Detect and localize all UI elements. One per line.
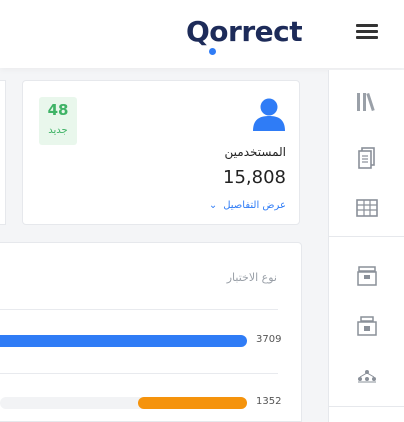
chevron-down-icon: ⌄	[208, 200, 218, 211]
grid-line	[0, 373, 278, 374]
new-count-badge: 48 جديد	[39, 97, 77, 145]
new-label: جديد	[48, 125, 68, 136]
chart-bar[interactable]	[0, 335, 247, 347]
hamburger-menu-icon[interactable]	[356, 22, 378, 40]
user-icon	[251, 97, 287, 131]
view-details-link[interactable]: ⌄ عرض التفاصيل	[209, 200, 286, 211]
library-icon[interactable]	[329, 78, 404, 126]
table-icon[interactable]	[329, 184, 404, 232]
qorrect-logo[interactable]: Qorrect	[186, 14, 310, 56]
sidebar	[328, 70, 404, 422]
top-bar: Qorrect	[0, 0, 404, 68]
chart-bar[interactable]	[137, 397, 247, 409]
card-value: 15,808	[223, 167, 286, 188]
hierarchy-icon[interactable]	[329, 352, 404, 400]
sidebar-divider	[329, 236, 404, 237]
users-stat-card: 48 جديد المستخدمين 15,808 ⌄ عرض التفاصيل	[22, 80, 300, 225]
bar-value-label: 1352	[256, 396, 282, 407]
view-details-label: عرض التفاصيل	[223, 200, 286, 211]
bar-value-label: 3709	[256, 334, 282, 345]
grid-line	[0, 309, 278, 310]
chart-title: نوع الاختبار	[226, 271, 277, 284]
sidebar-divider	[329, 406, 404, 407]
archive-box-locked-icon[interactable]	[329, 302, 404, 350]
card-title: المستخدمين	[224, 145, 286, 159]
archive-box-icon[interactable]	[329, 252, 404, 300]
exam-type-chart-panel: نوع الاختبار 3709 1352	[0, 242, 302, 422]
documents-icon[interactable]	[329, 134, 404, 182]
logo-dot	[209, 48, 216, 55]
adjacent-card-edge	[0, 80, 6, 225]
logo-text: Qorrect	[186, 15, 303, 48]
new-count: 48	[47, 101, 69, 119]
